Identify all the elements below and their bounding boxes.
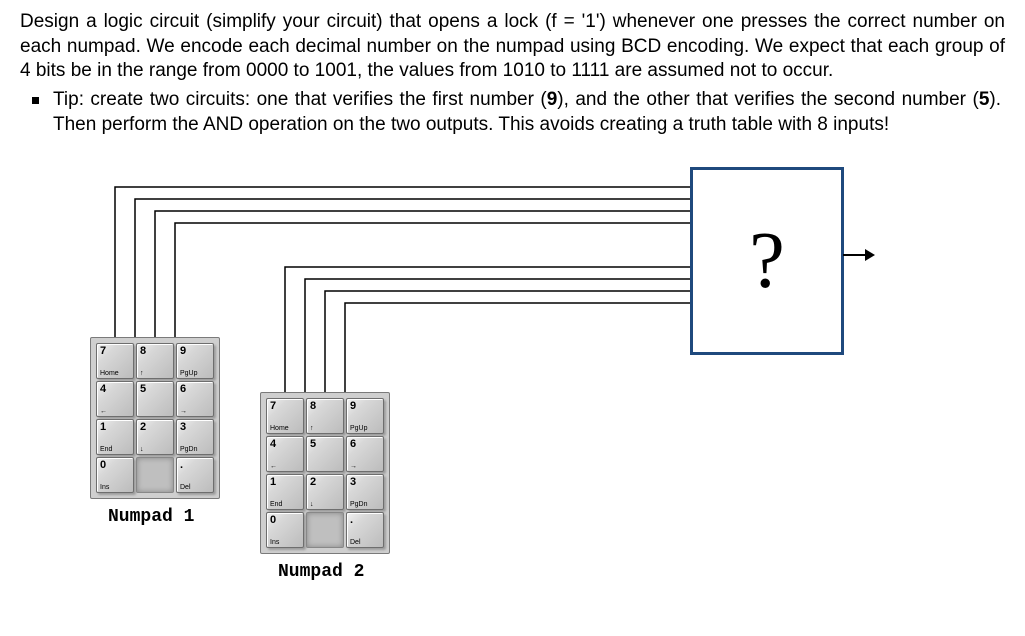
key-6: 6→ [176, 381, 214, 417]
numpad-1-label: Numpad 1 [108, 507, 194, 527]
tip-mid: ), and the other that verifies the secon… [557, 89, 979, 110]
numpad-2-label: Numpad 2 [278, 562, 364, 582]
key-5: 5 [136, 381, 174, 417]
question-mark: ? [749, 216, 785, 307]
key-9: 9PgUp [346, 398, 384, 434]
key-4: 4← [266, 436, 304, 472]
key-7: 7Home [266, 398, 304, 434]
key-6: 6→ [346, 436, 384, 472]
tip-row: Tip: create two circuits: one that verif… [32, 88, 1001, 137]
problem-statement: Design a logic circuit (simplify your ci… [20, 10, 1005, 84]
key-2: 2↓ [306, 474, 344, 510]
key-8: 8↑ [306, 398, 344, 434]
circuit-box: ? [690, 167, 844, 355]
key-0: 0Ins [266, 512, 304, 548]
key-empty [136, 457, 174, 493]
key-0: 0Ins [96, 457, 134, 493]
key-dot: .Del [346, 512, 384, 548]
key-empty [306, 512, 344, 548]
key-dot: .Del [176, 457, 214, 493]
tip-text: Tip: create two circuits: one that verif… [53, 88, 1001, 137]
key-4: 4← [96, 381, 134, 417]
key-2: 2↓ [136, 419, 174, 455]
key-3: 3PgDn [176, 419, 214, 455]
key-9: 9PgUp [176, 343, 214, 379]
key-1: 1End [266, 474, 304, 510]
key-3: 3PgDn [346, 474, 384, 510]
tip-prefix: Tip: create two circuits: one that verif… [53, 89, 547, 110]
circuit-diagram: ? 7Home 8↑ 9PgUp 4← 5 6→ 1End 2↓ 3PgDn 0… [60, 157, 960, 597]
key-8: 8↑ [136, 343, 174, 379]
tip-number-2: 5 [979, 89, 990, 110]
numpad-1: 7Home 8↑ 9PgUp 4← 5 6→ 1End 2↓ 3PgDn 0In… [90, 337, 220, 499]
output-arrow-icon [843, 254, 873, 256]
numpad-2: 7Home 8↑ 9PgUp 4← 5 6→ 1End 2↓ 3PgDn 0In… [260, 392, 390, 554]
bullet-icon [32, 97, 39, 104]
tip-number-1: 9 [547, 89, 558, 110]
key-1: 1End [96, 419, 134, 455]
key-5: 5 [306, 436, 344, 472]
key-7: 7Home [96, 343, 134, 379]
